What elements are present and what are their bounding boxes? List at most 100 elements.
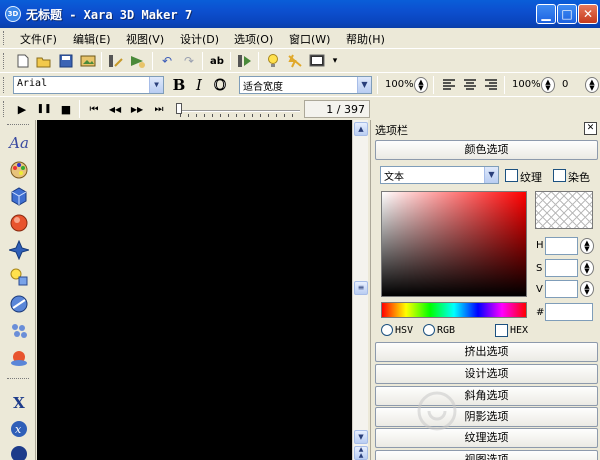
- saturation-field[interactable]: [545, 259, 578, 277]
- hue-slider[interactable]: [381, 302, 527, 318]
- align-left-icon[interactable]: [440, 76, 458, 94]
- pause-button[interactable]: ❚❚: [35, 100, 53, 118]
- spell-check-icon[interactable]: ab: [208, 52, 226, 70]
- scroll-up-icon[interactable]: ▲: [354, 122, 368, 136]
- texture-icon[interactable]: [7, 294, 31, 316]
- toolbar-grip[interactable]: [7, 124, 29, 125]
- movie-export-icon[interactable]: [107, 52, 125, 70]
- hue-field[interactable]: [545, 237, 578, 255]
- menu-options[interactable]: 选项(O): [234, 31, 273, 47]
- light-bulb-icon[interactable]: [264, 52, 282, 70]
- rgb-radio-label: RGB: [437, 325, 456, 336]
- fit-select[interactable]: 适合宽度 ▼: [239, 76, 372, 94]
- extrude-icon[interactable]: [7, 186, 31, 208]
- menu-view[interactable]: 视图(V): [126, 31, 164, 47]
- view-options-icon[interactable]: [7, 348, 31, 370]
- close-button[interactable]: ✕: [578, 4, 598, 24]
- italic-button[interactable]: I: [190, 76, 208, 94]
- spacing-value: 0: [562, 79, 569, 90]
- hex-checkbox[interactable]: [495, 324, 508, 337]
- toolbar-grip[interactable]: [3, 53, 6, 69]
- menubar-grip[interactable]: [3, 31, 6, 45]
- menu-design[interactable]: 设计(D): [180, 31, 219, 47]
- align-right-icon[interactable]: [482, 76, 500, 94]
- font-select-value: Arial: [17, 78, 48, 89]
- outline-button[interactable]: O: [211, 76, 229, 95]
- canvas-scrollbar[interactable]: ▲ ≡ ▼ ▲ ▲: [352, 120, 368, 460]
- minimize-button[interactable]: ▁: [536, 4, 556, 24]
- hue-stepper[interactable]: ▲ ▼: [580, 238, 594, 254]
- toolbar-grip[interactable]: [7, 378, 29, 379]
- pattern-icon[interactable]: [7, 321, 31, 343]
- fullscreen-icon[interactable]: [308, 52, 326, 70]
- chevron-down-icon: ▼: [149, 77, 163, 93]
- zoom-stepper-1[interactable]: ▲ ▼: [414, 77, 428, 93]
- open-folder-icon[interactable]: [35, 52, 53, 70]
- light-icon[interactable]: [7, 267, 31, 289]
- bold-button[interactable]: B: [170, 76, 188, 94]
- separator: [504, 76, 505, 94]
- color-palette-icon[interactable]: [7, 160, 31, 182]
- stop-button[interactable]: ■: [57, 100, 75, 118]
- app-icon[interactable]: 3D: [5, 6, 21, 22]
- export-image-icon[interactable]: [79, 52, 97, 70]
- last-frame-button[interactable]: ⏭: [150, 100, 168, 118]
- new-file-icon[interactable]: [14, 52, 32, 70]
- window-title: 无标题 - Xara 3D Maker 7: [26, 8, 193, 22]
- menu-help[interactable]: 帮助(H): [346, 31, 385, 47]
- frame-slider[interactable]: [176, 101, 300, 117]
- save-icon[interactable]: [57, 52, 75, 70]
- xara-logo-icon[interactable]: [7, 444, 31, 460]
- separator: [433, 76, 434, 94]
- web-export-icon[interactable]: [129, 52, 147, 70]
- panel-close-button[interactable]: ✕: [584, 122, 597, 135]
- text-tool-icon[interactable]: Aa: [7, 132, 31, 154]
- hsv-radio[interactable]: [381, 324, 393, 336]
- hex-field[interactable]: [545, 303, 593, 321]
- slider-thumb[interactable]: [176, 103, 182, 114]
- separator: [258, 52, 259, 70]
- target-select[interactable]: 文本 ▼: [380, 166, 499, 184]
- spacing-stepper[interactable]: ▲ ▼: [585, 77, 599, 93]
- scroll-end-icon[interactable]: ▲ ▲: [354, 446, 368, 460]
- extrude-options-button[interactable]: 挤出选项: [375, 342, 598, 362]
- zoom-stepper-2[interactable]: ▲ ▼: [541, 77, 555, 93]
- xara-x-icon[interactable]: X: [7, 392, 31, 414]
- menu-edit[interactable]: 编辑(E): [73, 31, 111, 47]
- redo-icon[interactable]: ↷: [180, 52, 198, 70]
- animation-settings-icon[interactable]: [236, 52, 254, 70]
- design-options-button[interactable]: 设计选项: [375, 364, 598, 384]
- undo-icon[interactable]: ↶: [158, 52, 176, 70]
- 3d-canvas[interactable]: [37, 120, 352, 460]
- dye-checkbox[interactable]: [553, 169, 566, 182]
- color-options-button[interactable]: 颜色选项: [375, 140, 598, 160]
- previous-frame-button[interactable]: ◀◀: [106, 100, 124, 118]
- play-button[interactable]: ▶: [13, 100, 31, 118]
- first-frame-button[interactable]: ⏮: [85, 100, 103, 118]
- xara-circle-icon[interactable]: x: [7, 419, 31, 441]
- toolbar-grip[interactable]: [3, 101, 6, 117]
- title-bar[interactable]: 3D 无标题 - Xara 3D Maker 7 ▁ □ ✕: [0, 0, 600, 28]
- scroll-down-icon[interactable]: ▼: [354, 430, 368, 444]
- toolbar-overflow-icon[interactable]: ▾: [326, 52, 344, 70]
- texture-checkbox[interactable]: [505, 169, 518, 182]
- lighting-icon[interactable]: [286, 52, 304, 70]
- rgb-radio[interactable]: [423, 324, 435, 336]
- saturation-value-picker[interactable]: [381, 191, 527, 297]
- value-label: V: [536, 284, 543, 295]
- maximize-button[interactable]: □: [557, 4, 577, 24]
- font-select[interactable]: Arial ▼: [13, 76, 164, 94]
- menu-window[interactable]: 窗口(W): [289, 31, 330, 47]
- shadow-icon[interactable]: [7, 239, 31, 262]
- scroll-thumb[interactable]: ≡: [354, 281, 368, 295]
- value-field[interactable]: [545, 280, 578, 298]
- menu-file[interactable]: 文件(F): [20, 31, 57, 47]
- bevel-icon[interactable]: [7, 213, 31, 235]
- align-center-icon[interactable]: [461, 76, 479, 94]
- toolbar-grip[interactable]: [3, 77, 6, 93]
- saturation-stepper[interactable]: ▲ ▼: [580, 260, 594, 276]
- value-stepper[interactable]: ▲ ▼: [580, 281, 594, 297]
- view-options-button[interactable]: 视图选项: [375, 450, 598, 460]
- next-frame-button[interactable]: ▶▶: [128, 100, 146, 118]
- separator: [101, 52, 102, 70]
